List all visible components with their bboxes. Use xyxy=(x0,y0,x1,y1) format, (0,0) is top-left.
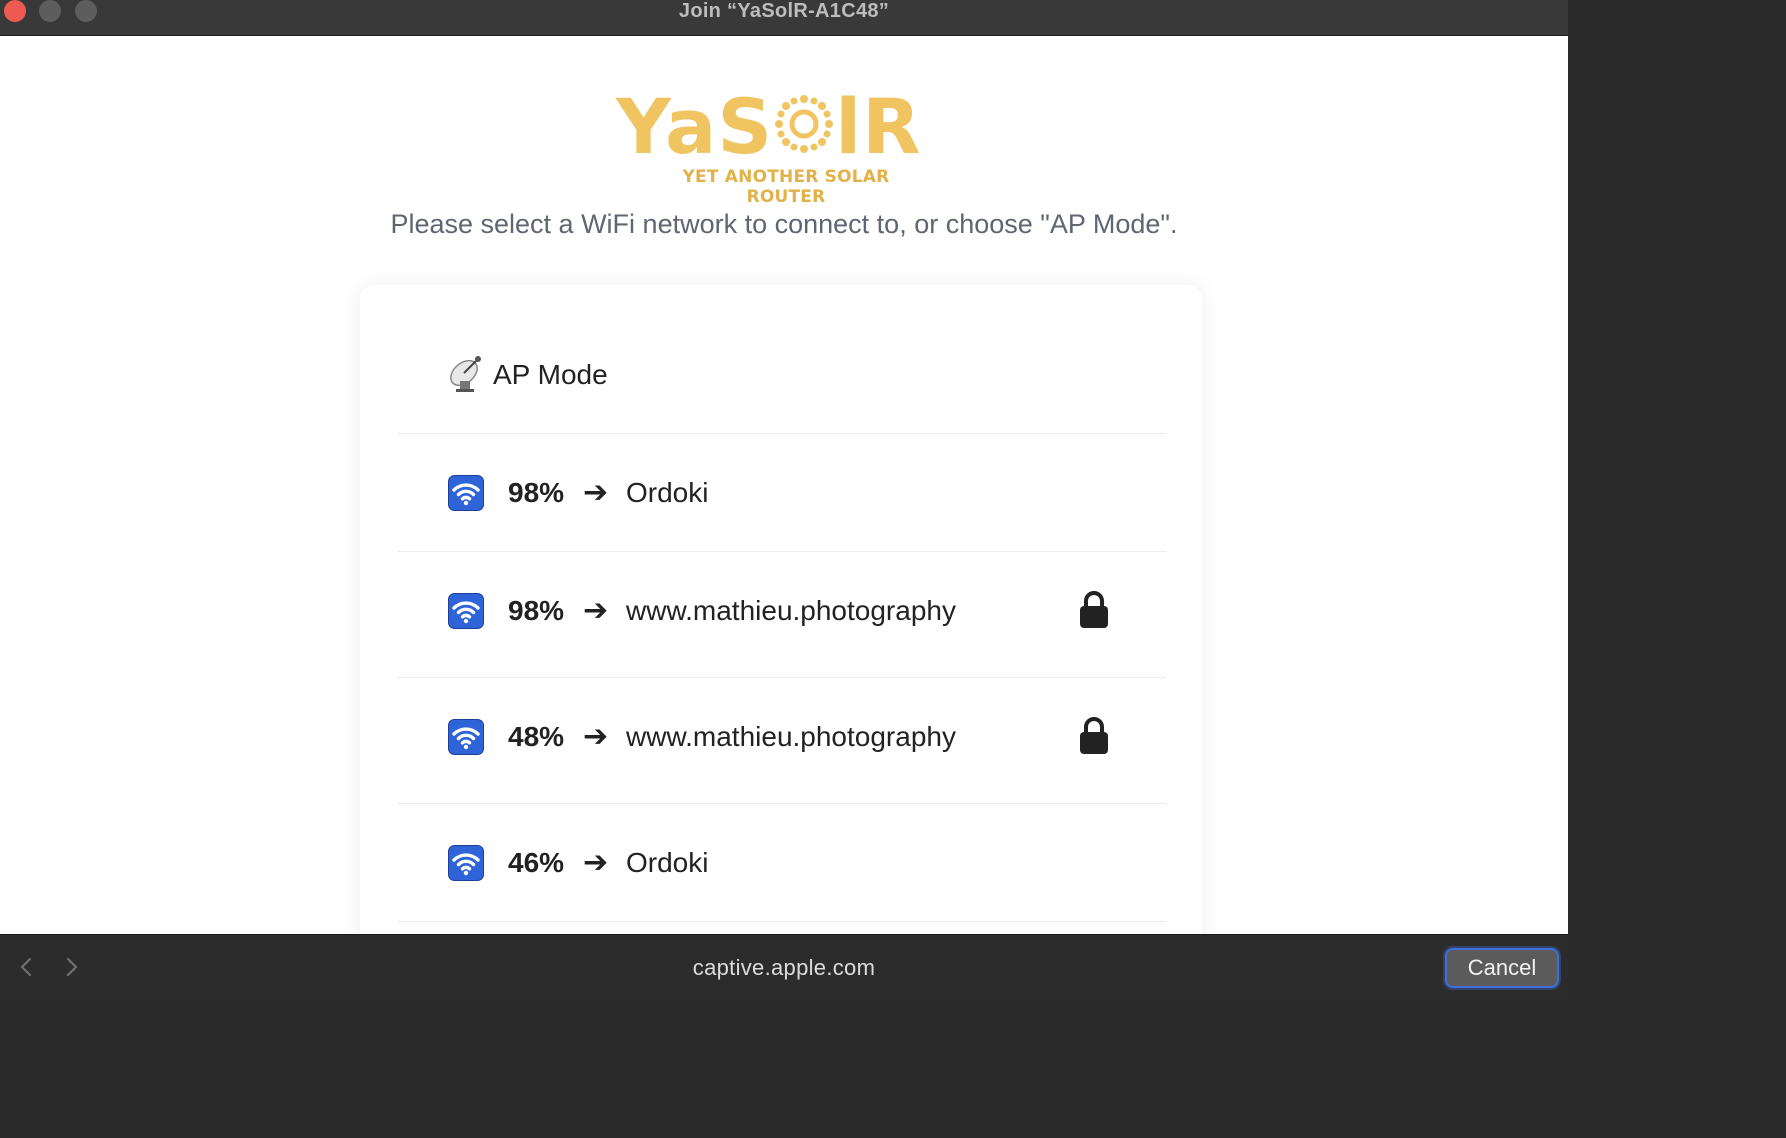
signal-strength: 98% xyxy=(508,595,565,626)
network-item-ordoki[interactable]: 46% ➔ Ordoki xyxy=(397,804,1166,922)
lock-icon xyxy=(1080,591,1108,628)
ap-mode-label: AP Mode xyxy=(493,359,608,390)
wifi-icon xyxy=(448,719,484,755)
bottom-toolbar: captive.apple.com Cancel xyxy=(0,934,1568,999)
title-bar: Join “YaSolR-A1C48” xyxy=(0,0,1568,36)
sun-icon xyxy=(775,95,834,153)
network-list: AP Mode 98% ➔ Ordoki 98% ➔ www.mathieu.p… xyxy=(360,285,1202,934)
signal-strength: 48% xyxy=(508,721,565,752)
satellite-antenna-icon xyxy=(450,356,481,392)
wifi-icon xyxy=(448,475,484,511)
instruction-text: Please select a WiFi network to connect … xyxy=(390,209,1178,239)
cancel-button[interactable]: Cancel xyxy=(1445,948,1559,988)
wifi-icon xyxy=(448,845,484,881)
logo-wordmark: YaS lR xyxy=(616,82,922,171)
yasolr-logo: YaS lR YET ANOTHER SOLAR ROUTER xyxy=(616,82,946,208)
network-item-ordoki[interactable]: 98% ➔ Ordoki xyxy=(397,434,1166,552)
url-label: captive.apple.com xyxy=(692,955,876,980)
lock-icon xyxy=(1080,717,1108,754)
arrow-right-icon: ➔ xyxy=(583,720,609,753)
arrow-right-icon: ➔ xyxy=(583,476,609,509)
network-item-mathieu-photography[interactable]: 98% ➔ www.mathieu.photography xyxy=(397,552,1166,678)
signal-strength: 46% xyxy=(508,847,565,878)
network-item-ap-mode[interactable]: AP Mode xyxy=(397,285,1166,434)
network-ssid: Ordoki xyxy=(626,847,709,878)
arrow-right-icon: ➔ xyxy=(583,594,609,627)
wifi-icon xyxy=(448,593,484,629)
network-ssid: www.mathieu.photography xyxy=(626,595,956,626)
network-item-mathieu-photography[interactable]: 48% ➔ www.mathieu.photography xyxy=(397,678,1166,804)
page-content: YaS lR YET ANOTHER SOLAR ROUTER Please s… xyxy=(0,37,1568,934)
network-ssid: www.mathieu.photography xyxy=(626,721,956,752)
network-ssid: Ordoki xyxy=(626,477,709,508)
window-title: Join “YaSolR-A1C48” xyxy=(678,0,890,22)
signal-strength: 98% xyxy=(508,477,565,508)
captive-portal-window: Join “YaSolR-A1C48” YaS lR YET ANOTHER S… xyxy=(0,0,1568,999)
arrow-right-icon: ➔ xyxy=(583,846,609,879)
logo-tagline: YET ANOTHER SOLAR ROUTER xyxy=(682,167,890,207)
